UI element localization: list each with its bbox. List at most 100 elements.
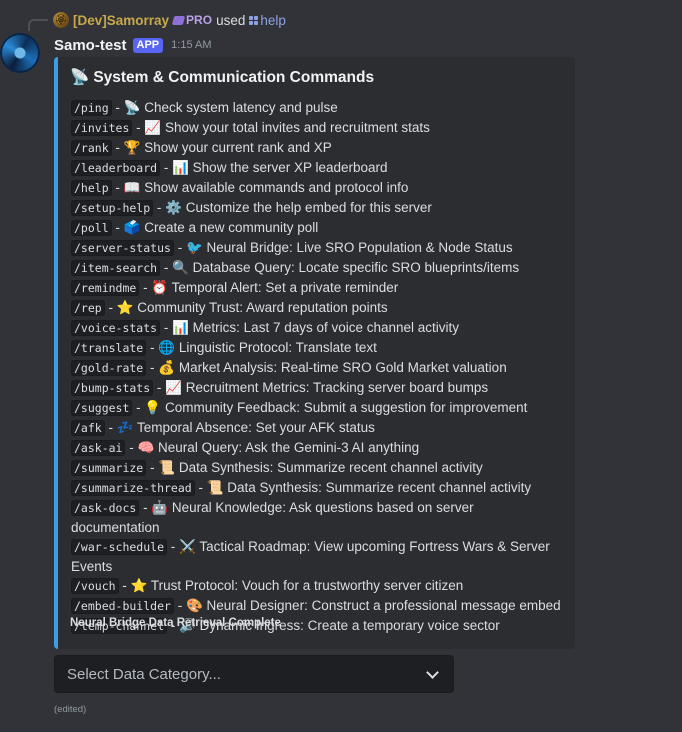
reply-user-avatar[interactable]: 🏵 [53,12,69,28]
command-code: /poll [71,220,112,236]
command-code: /remindme [71,280,140,296]
reply-username[interactable]: [Dev]Samorray [73,13,169,28]
command-line: /server-status - 🐦 Neural Bridge: Live S… [71,238,565,258]
command-line: /bump-stats - 📈 Recruitment Metrics: Tra… [71,378,565,398]
command-code: /bump-stats [71,380,154,396]
app-badge: APP [132,37,164,53]
command-description: Check system latency and pulse [144,100,338,115]
bot-username[interactable]: Samo-test [54,37,127,54]
message-header: Samo-test APP 1:15 AM [54,35,212,55]
command-description: Market Analysis: Real-time SRO Gold Mark… [178,360,507,375]
scroll-icon: 📜 [158,460,176,475]
chart-up-icon: 📈 [144,120,162,135]
help-embed: 📡 System & Communication Commands /ping … [54,57,575,649]
command-description: Trust Protocol: Vouch for a trustworthy … [150,578,464,593]
command-description: Temporal Absence: Set your AFK status [137,420,375,435]
data-category-select[interactable]: Select Data Category... [54,655,454,693]
satellite-icon: 📡 [123,100,141,115]
command-line: /voice-stats - 📊 Metrics: Last 7 days of… [71,318,565,338]
command-description: Neural Bridge: Live SRO Population & Nod… [206,240,513,255]
money-bag-icon: 💰 [158,360,176,375]
embed-title: 📡 System & Communication Commands [70,68,374,87]
command-list: /ping - 📡 Check system latency and pulse… [71,98,565,636]
command-line: /ask-ai - 🧠 Neural Query: Ask the Gemini… [71,438,565,458]
command-code: /summarize [71,460,147,476]
star-icon: ⭐ [130,578,148,593]
command-line: /remindme - ⏰ Temporal Alert: Set a priv… [71,278,565,298]
command-line: /summarize-thread - 📜 Data Synthesis: Su… [71,478,565,498]
command-description: Temporal Alert: Set a private reminder [171,280,399,295]
command-code: /item-search [71,260,161,276]
command-line: /afk - 💤 Temporal Absence: Set your AFK … [71,418,565,438]
command-description: Data Synthesis: Summarize recent channel… [178,460,483,475]
bar-chart-icon: 📊 [172,160,189,175]
command-code: /help [71,180,112,196]
command-line: /poll - 🗳️ Create a new community poll [71,218,565,238]
command-line: /summarize - 📜 Data Synthesis: Summarize… [71,458,565,478]
command-code: /summarize-thread [71,480,195,496]
command-line: /invites - 📈 Show your total invites and… [71,118,565,138]
embed-title-text: System & Communication Commands [93,68,375,86]
command-line: /setup-help - ⚙️ Customize the help embe… [71,198,565,218]
command-code: /afk [71,420,105,436]
pro-tag-label: PRO [186,13,213,27]
alarm-clock-icon: ⏰ [151,280,169,295]
app-command-icon [249,15,259,25]
command-description: Customize the help embed for this server [185,200,432,215]
command-code: /setup-help [71,200,154,216]
star-icon: ⭐ [116,300,134,315]
scroll-icon: 📜 [206,480,224,495]
discord-message-view: 🏵 [Dev]Samorray PRO used help Samo-test … [0,0,682,732]
select-placeholder: Select Data Category... [67,665,221,683]
robot-icon: 🤖 [151,500,169,515]
command-code: /leaderboard [71,160,161,176]
command-description: Show your total invites and recruitment … [164,120,430,135]
command-code: /translate [71,340,147,356]
book-icon: 📖 [123,180,141,195]
trophy-icon: 🏆 [123,140,141,155]
command-description: Linguistic Protocol: Translate text [178,340,377,355]
command-code: /war-schedule [71,539,168,555]
globe-icon: 🌐 [158,340,176,355]
command-line: /item-search - 🔍 Database Query: Locate … [71,258,565,278]
gear-icon: ⚙️ [165,200,182,215]
lightbulb-icon: 💡 [144,400,162,415]
command-line: /rank - 🏆 Show your current rank and XP [71,138,565,158]
bar-chart-icon: 📊 [172,320,189,335]
chevron-down-icon [426,665,439,679]
chart-up-icon: 📈 [165,380,182,395]
command-code: /ask-ai [71,440,126,456]
command-description: Neural Query: Ask the Gemini-3 AI anythi… [158,440,420,455]
command-line: /rep - ⭐ Community Trust: Award reputati… [71,298,565,318]
command-code: /rep [71,300,105,316]
command-code: /voice-stats [71,320,161,336]
reply-spine [28,19,48,31]
zzz-icon: 💤 [116,420,134,435]
swords-icon: ⚔️ [179,539,196,554]
gem-icon [171,15,186,25]
command-description: Create a new community poll [144,220,319,235]
command-line: /embed-builder - 🎨 Neural Designer: Cons… [71,596,565,616]
command-code: /invites [71,120,133,136]
slash-command-link[interactable]: help [249,13,286,28]
command-code: /suggest [71,400,133,416]
magnifier-icon: 🔍 [172,260,189,275]
command-line: /war-schedule - ⚔️ Tactical Roadmap: Vie… [71,539,550,574]
command-description: Show available commands and protocol inf… [144,180,409,195]
command-line: /ask-docs - 🤖 Neural Knowledge: Ask ques… [71,500,474,535]
message-timestamp[interactable]: 1:15 AM [171,39,211,51]
command-line: /gold-rate - 💰 Market Analysis: Real-tim… [71,358,565,378]
pro-tag: PRO [171,13,213,27]
command-description: Data Synthesis: Summarize recent channel… [227,480,532,495]
used-label: used [216,12,246,28]
interaction-reply-header[interactable]: 🏵 [Dev]Samorray PRO used help [53,11,286,29]
edited-marker: (edited) [54,704,87,715]
command-code: /ping [71,100,112,116]
command-code: /embed-builder [71,598,174,614]
satellite-icon: 📡 [70,69,90,86]
command-line: /suggest - 💡 Community Feedback: Submit … [71,398,565,418]
slash-command-name: help [260,12,286,28]
ballot-box-icon: 🗳️ [123,220,141,235]
command-code: /ask-docs [71,500,140,516]
bot-avatar[interactable] [0,33,40,73]
